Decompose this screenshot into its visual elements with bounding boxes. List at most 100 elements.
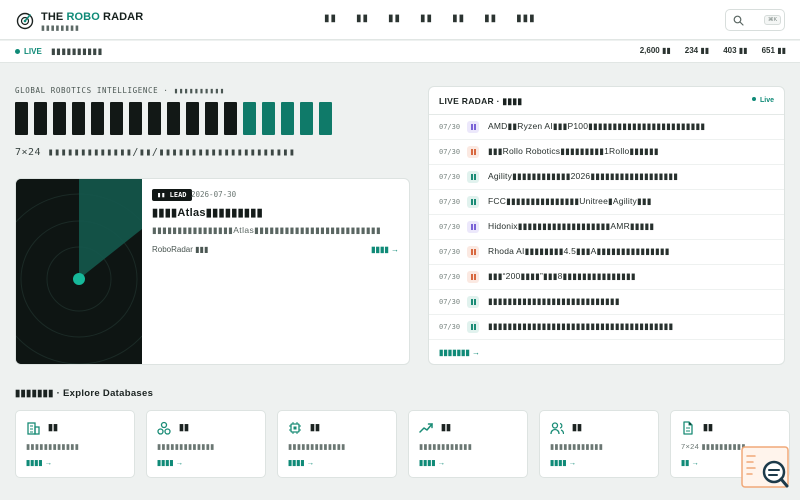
featured-description: ▮▮▮▮▮▮▮▮▮▮▮▮▮▮▮▮Atlas▮▮▮▮▮▮▮▮▮▮▮▮▮▮▮▮▮▮▮…: [152, 225, 382, 235]
nav-link-2[interactable]: ▮▮: [356, 13, 369, 24]
database-description: ▮▮▮▮▮▮▮▮▮▮▮▮▮: [288, 442, 346, 451]
news-headline: Hidonix▮▮▮▮▮▮▮▮▮▮▮▮▮▮▮▮▮▮▮AMR▮▮▮▮▮: [488, 221, 655, 231]
news-headline: ▮▮▮Rollo Robotics▮▮▮▮▮▮▮▮▮1Rollo▮▮▮▮▮▮: [488, 146, 659, 156]
hero-title-glyph: [15, 102, 28, 135]
hero-title: [15, 102, 332, 135]
hero-title-glyph: [91, 102, 104, 135]
database-card[interactable]: ▮▮ ▮▮▮▮▮▮▮▮▮▮▮▮ ▮▮▮▮ →: [408, 410, 528, 478]
hero-title-glyph-accent: [243, 102, 256, 135]
news-item[interactable]: 07/30 Rhoda AI▮▮▮▮▮▮▮▮4.5▮▮▮A▮▮▮▮▮▮▮▮▮▮▮▮…: [429, 240, 784, 265]
database-description: ▮▮▮▮▮▮▮▮▮▮▮▮▮: [157, 442, 215, 451]
category-tag-icon: [467, 121, 479, 133]
stat-item: 234 ▮▮: [685, 46, 709, 55]
building-icon: [27, 422, 40, 435]
database-name: ▮▮: [179, 422, 189, 432]
hero-title-glyph: [53, 102, 66, 135]
database-link[interactable]: ▮▮▮▮ →: [419, 458, 445, 467]
news-date: 07/30: [439, 173, 461, 181]
news-date: 07/30: [439, 273, 461, 281]
stats-summary: 2,600 ▮▮ 234 ▮▮ 403 ▮▮ 651 ▮▮: [626, 46, 786, 55]
news-item[interactable]: 07/30 ▮▮▮“200▮▮▮▮”▮▮▮8▮▮▮▮▮▮▮▮▮▮▮▮▮▮▮: [429, 265, 784, 290]
live-status: Live: [751, 97, 774, 104]
nav-link-5[interactable]: ▮▮: [452, 13, 465, 24]
news-item[interactable]: 07/30 AMD▮▮Ryzen AI▮▮▮P100▮▮▮▮▮▮▮▮▮▮▮▮▮▮▮…: [429, 115, 784, 140]
live-radar-title: LIVE RADAR · ▮▮▮▮: [439, 96, 523, 106]
hero-title-glyph: [129, 102, 142, 135]
chip-icon: [289, 422, 301, 434]
nav-link-4[interactable]: ▮▮: [420, 13, 433, 24]
news-headline: Rhoda AI▮▮▮▮▮▮▮▮4.5▮▮▮A▮▮▮▮▮▮▮▮▮▮▮▮▮▮▮: [488, 246, 670, 256]
stat-item: 403 ▮▮: [723, 46, 747, 55]
news-item[interactable]: 07/30 ▮▮▮▮▮▮▮▮▮▮▮▮▮▮▮▮▮▮▮▮▮▮▮▮▮▮▮▮▮▮▮▮▮▮▮…: [429, 315, 784, 340]
nav-link-3[interactable]: ▮▮: [388, 13, 401, 24]
users-icon: [550, 422, 564, 435]
live-radar-header: LIVE RADAR · ▮▮▮▮ Live: [429, 87, 784, 115]
nav-link-1[interactable]: ▮▮: [324, 13, 337, 24]
featured-date: 2026-07-30: [191, 190, 237, 199]
status-text: ▮▮▮▮▮▮▮▮▮▮: [51, 46, 103, 56]
news-feed: 07/30 AMD▮▮Ryzen AI▮▮▮P100▮▮▮▮▮▮▮▮▮▮▮▮▮▮▮…: [429, 115, 784, 340]
view-all-news-link[interactable]: ▮▮▮▮▮▮▮ →: [439, 348, 480, 357]
status-bar: LIVE ▮▮▮▮▮▮▮▮▮▮ 2,600 ▮▮ 234 ▮▮ 403 ▮▮ 6…: [0, 41, 800, 63]
search-shortcut: ⌘K: [764, 15, 782, 25]
hero-title-glyph: [167, 102, 180, 135]
stat-value: 403: [723, 46, 737, 55]
hero-title-glyph: [224, 102, 237, 135]
hero-title-glyph-accent: [300, 102, 313, 135]
brand-title[interactable]: THE ROBO RADAR: [41, 11, 143, 23]
live-radar-panel: LIVE RADAR · ▮▮▮▮ Live 07/30 AMD▮▮Ryzen A…: [428, 86, 785, 365]
news-date: 07/30: [439, 223, 461, 231]
news-item[interactable]: 07/30 FCC▮▮▮▮▮▮▮▮▮▮▮▮▮▮▮Unitree▮Agility▮▮…: [429, 190, 784, 215]
lead-badge: ▮▮ LEAD: [152, 189, 192, 201]
news-item[interactable]: 07/30 Hidonix▮▮▮▮▮▮▮▮▮▮▮▮▮▮▮▮▮▮▮AMR▮▮▮▮▮: [429, 215, 784, 240]
hero-eyebrow: GLOBAL ROBOTICS INTELLIGENCE · ▮▮▮▮▮▮▮▮▮…: [15, 86, 225, 95]
hero-title-glyph: [148, 102, 161, 135]
category-tag-icon: [467, 296, 479, 308]
database-description: ▮▮▮▮▮▮▮▮▮▮▮▮: [419, 442, 473, 451]
trend-icon: [419, 423, 433, 433]
database-card[interactable]: ▮▮ ▮▮▮▮▮▮▮▮▮▮▮▮▮ ▮▮▮▮ →: [146, 410, 266, 478]
news-headline: FCC▮▮▮▮▮▮▮▮▮▮▮▮▮▮▮Unitree▮Agility▮▮▮: [488, 196, 652, 206]
hero-title-glyph: [34, 102, 47, 135]
database-link[interactable]: ▮▮▮▮ →: [157, 458, 183, 467]
featured-story-card[interactable]: ▮▮ LEAD 2026-07-30 ▮▮▮▮Atlas▮▮▮▮▮▮▮▮▮ ▮▮…: [15, 178, 410, 365]
databases-section-title: ▮▮▮▮▮▮▮ · Explore Databases: [15, 388, 154, 399]
database-link[interactable]: ▮▮▮▮ →: [550, 458, 576, 467]
database-card[interactable]: ▮▮ ▮▮▮▮▮▮▮▮▮▮▮▮ ▮▮▮▮ →: [15, 410, 135, 478]
live-label: LIVE: [24, 47, 42, 56]
database-card[interactable]: ▮▮ ▮▮▮▮▮▮▮▮▮▮▮▮ ▮▮▮▮ →: [539, 410, 659, 478]
news-item[interactable]: 07/30 ▮▮▮Rollo Robotics▮▮▮▮▮▮▮▮▮1Rollo▮▮▮…: [429, 140, 784, 165]
database-card[interactable]: ▮▮ ▮▮▮▮▮▮▮▮▮▮▮▮▮ ▮▮▮▮ →: [277, 410, 397, 478]
search-button[interactable]: ⌘K: [725, 9, 785, 31]
main-nav: ▮▮ ▮▮ ▮▮ ▮▮ ▮▮ ▮▮ ▮▮▮: [324, 13, 555, 24]
live-indicator-dot: [15, 49, 20, 54]
hero-subtitle: 7×24 ▮▮▮▮▮▮▮▮▮▮▮▮▮/▮▮/▮▮▮▮▮▮▮▮▮▮▮▮▮▮▮▮▮▮…: [15, 147, 296, 158]
news-date: 07/30: [439, 148, 461, 156]
news-headline: ▮▮▮▮▮▮▮▮▮▮▮▮▮▮▮▮▮▮▮▮▮▮▮▮▮▮▮: [488, 296, 620, 306]
news-item[interactable]: 07/30 Agility▮▮▮▮▮▮▮▮▮▮▮▮2026▮▮▮▮▮▮▮▮▮▮▮▮…: [429, 165, 784, 190]
database-name: ▮▮: [48, 422, 58, 432]
news-headline: Agility▮▮▮▮▮▮▮▮▮▮▮▮2026▮▮▮▮▮▮▮▮▮▮▮▮▮▮▮▮▮…: [488, 171, 679, 181]
database-link[interactable]: ▮▮▮▮ →: [288, 458, 314, 467]
database-link[interactable]: ▮▮ →: [681, 458, 699, 467]
live-indicator-dot: [751, 97, 756, 101]
category-tag-icon: [467, 146, 479, 158]
radar-logo-icon[interactable]: [16, 12, 34, 30]
stat-value: 2,600: [639, 46, 660, 55]
news-headline: ▮▮▮▮▮▮▮▮▮▮▮▮▮▮▮▮▮▮▮▮▮▮▮▮▮▮▮▮▮▮▮▮▮▮▮▮▮▮: [488, 321, 674, 331]
database-name: ▮▮: [703, 422, 713, 432]
radar-visual: [16, 179, 142, 364]
featured-read-more-link[interactable]: ▮▮▮▮ →: [371, 245, 399, 254]
search-assistant-widget-icon[interactable]: [741, 446, 791, 490]
database-link[interactable]: ▮▮▮▮ →: [26, 458, 52, 467]
hero-title-glyph: [205, 102, 218, 135]
nav-link-6[interactable]: ▮▮: [484, 13, 497, 24]
database-cards: ▮▮ ▮▮▮▮▮▮▮▮▮▮▮▮ ▮▮▮▮ → ▮▮ ▮▮▮▮▮▮▮▮▮▮▮▮▮ ▮▮▮▮ …: [15, 410, 790, 478]
featured-title[interactable]: ▮▮▮▮Atlas▮▮▮▮▮▮▮▮▮: [152, 206, 263, 219]
database-description: 7×24 ▮▮▮▮▮▮▮▮▮▮: [681, 442, 746, 451]
nav-link-7[interactable]: ▮▮▮: [516, 13, 536, 24]
category-tag-icon: [467, 321, 479, 333]
stat-label: ▮▮: [738, 46, 748, 55]
news-item[interactable]: 07/30 ▮▮▮▮▮▮▮▮▮▮▮▮▮▮▮▮▮▮▮▮▮▮▮▮▮▮▮: [429, 290, 784, 315]
hero-title-glyph-accent: [319, 102, 332, 135]
